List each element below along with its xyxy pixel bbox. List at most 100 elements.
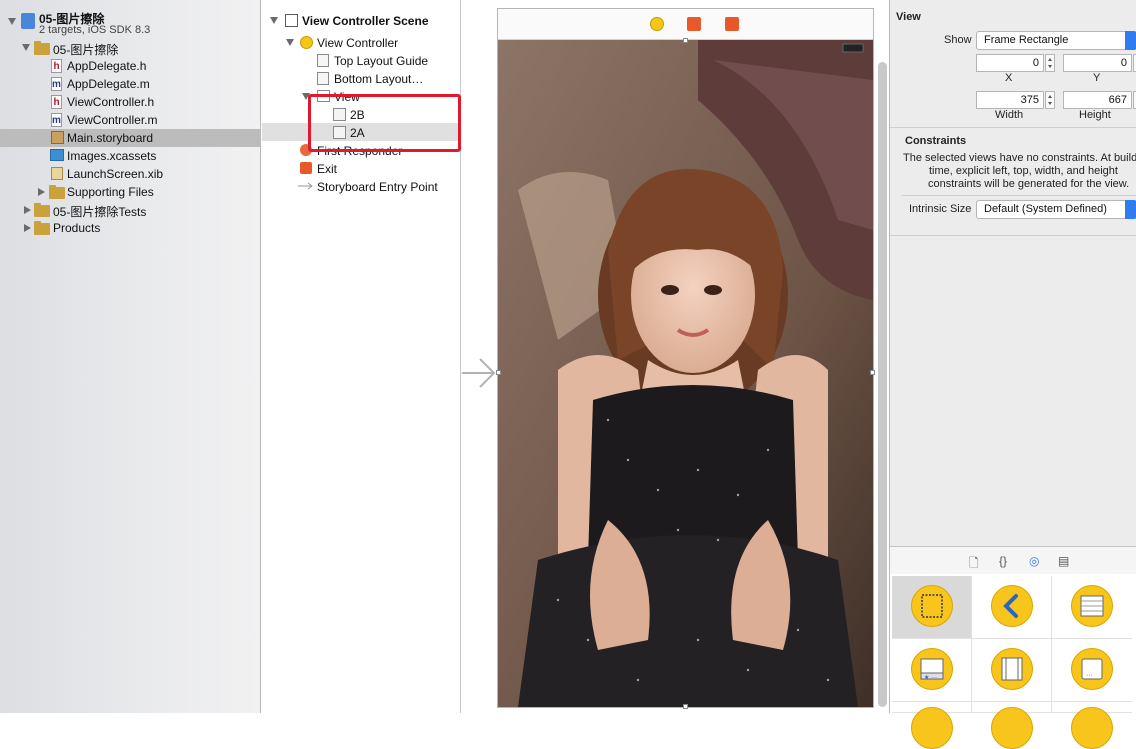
disclosure-closed-icon[interactable] xyxy=(24,206,31,214)
file-row[interactable]: LaunchScreen.xib xyxy=(0,165,260,183)
svg-text:★ ···: ★ ··· xyxy=(924,674,937,681)
library-item-partial[interactable] xyxy=(1052,702,1132,749)
file-label: LaunchScreen.xib xyxy=(67,167,164,181)
library-item-navigation-controller[interactable] xyxy=(972,576,1052,639)
y-field[interactable]: 0 xyxy=(1063,54,1132,72)
x-label: X xyxy=(1005,72,1013,84)
library-item-tab-bar-controller[interactable]: ★ ··· xyxy=(892,639,972,702)
library-item-view-controller[interactable] xyxy=(892,576,972,639)
file-label: AppDelegate.m xyxy=(67,77,150,91)
entry-point-label: Storyboard Entry Point xyxy=(317,180,438,194)
file-label: Images.xcassets xyxy=(67,149,157,163)
intrinsic-size-popup[interactable]: Default (System Defined) xyxy=(976,200,1136,219)
object-library-grid: ★ ··· ··· xyxy=(890,574,1136,749)
popup-arrow-icon xyxy=(1125,31,1136,50)
intrinsic-size-value: Default (System Defined) xyxy=(984,203,1107,215)
constraints-text-line: The selected views have no constraints. … xyxy=(903,152,1136,164)
group-label: 05-图片擦除Tests xyxy=(53,205,147,219)
scene-dock xyxy=(498,9,873,40)
library-object-icon xyxy=(911,707,953,749)
section-title: View xyxy=(896,11,921,23)
file-label: AppDelegate.h xyxy=(67,59,147,73)
group-row[interactable]: 05-图片擦除Tests xyxy=(0,201,260,219)
storyboard-file-icon xyxy=(51,131,64,144)
group-label: Products xyxy=(53,221,101,235)
disclosure-closed-icon[interactable] xyxy=(24,224,31,232)
library-item-page-view-controller[interactable] xyxy=(972,639,1052,702)
storyboard-entry-arrow[interactable] xyxy=(462,356,498,392)
height-field[interactable]: 667 xyxy=(1063,91,1132,109)
library-item-partial[interactable] xyxy=(892,702,972,749)
popup-arrow-icon xyxy=(1125,200,1136,219)
folder-icon xyxy=(34,221,50,235)
show-popup[interactable]: Frame Rectangle xyxy=(976,31,1136,50)
file-template-library-tab-icon[interactable]: 🗋 xyxy=(969,554,979,575)
outline-item-row[interactable]: Exit xyxy=(262,159,460,177)
outline-vc-row[interactable]: View Controller xyxy=(262,33,460,51)
project-subtitle: 2 targets, iOS SDK 8.3 xyxy=(39,24,151,36)
x-field[interactable]: 0 xyxy=(976,54,1044,72)
view-controller-icon[interactable] xyxy=(650,17,664,31)
outline-item-row[interactable]: Bottom Layout… xyxy=(262,69,460,87)
file-label: ViewController.m xyxy=(67,113,158,127)
resize-handle[interactable] xyxy=(496,370,501,375)
file-label: Main.storyboard xyxy=(67,131,154,145)
file-row[interactable]: m ViewController.m xyxy=(0,111,260,129)
divider xyxy=(890,235,1136,236)
view-controller-icon xyxy=(911,585,953,627)
divider xyxy=(890,127,1136,128)
table-view-controller-icon xyxy=(1071,585,1113,627)
constraints-title: Constraints xyxy=(905,135,967,147)
file-row[interactable]: h ViewController.h xyxy=(0,93,260,111)
disclosure-open-icon[interactable] xyxy=(22,44,30,51)
file-row[interactable]: m AppDelegate.m xyxy=(0,75,260,93)
library-item-table-view-controller[interactable] xyxy=(1052,576,1132,639)
file-row-selected[interactable]: Main.storyboard xyxy=(0,129,260,147)
svg-text:···: ··· xyxy=(1086,672,1093,679)
disclosure-open-icon[interactable] xyxy=(8,18,16,25)
image-view-photo[interactable] xyxy=(498,40,873,707)
outline-item-row[interactable]: Top Layout Guide xyxy=(262,51,460,69)
width-field[interactable]: 375 xyxy=(976,91,1044,109)
code-snippet-library-tab-icon[interactable]: {} xyxy=(999,554,1007,568)
disclosure-closed-icon[interactable] xyxy=(38,188,45,196)
first-responder-icon[interactable] xyxy=(687,17,701,31)
library-item-view-controller-alt[interactable]: ··· xyxy=(1052,639,1132,702)
group-row-main[interactable]: 05-图片擦除 xyxy=(0,39,260,57)
intrinsic-size-label: Intrinsic Size xyxy=(909,203,972,215)
outline-scene-row[interactable]: View Controller Scene xyxy=(262,11,460,29)
project-root-row[interactable]: 05-图片擦除 2 targets, iOS SDK 8.3 xyxy=(0,8,260,38)
outline-item-row[interactable]: Storyboard Entry Point xyxy=(262,177,460,195)
media-library-tab-icon[interactable]: ▤ xyxy=(1058,554,1069,568)
disclosure-open-icon[interactable] xyxy=(270,17,278,24)
entry-arrow-icon xyxy=(298,182,313,190)
disclosure-open-icon[interactable] xyxy=(286,39,294,46)
constraints-text-line: constraints will be generated for the vi… xyxy=(928,178,1130,190)
library-tab-bar: 🗋 {} ◎ ▤ xyxy=(890,546,1136,576)
canvas-scrollbar[interactable] xyxy=(878,62,887,707)
glkit-view-controller-icon: ··· xyxy=(1071,648,1113,690)
xcode-project-icon xyxy=(21,13,35,29)
object-library-tab-icon[interactable]: ◎ xyxy=(1029,554,1039,568)
resize-handle[interactable] xyxy=(683,704,688,709)
library-item-partial[interactable] xyxy=(972,702,1052,749)
implementation-file-icon: m xyxy=(51,77,62,91)
exit-icon[interactable] xyxy=(725,17,739,31)
width-stepper[interactable] xyxy=(1045,91,1055,109)
library-object-icon xyxy=(1071,707,1113,749)
header-file-icon: h xyxy=(51,95,62,109)
project-navigator: 05-图片擦除 2 targets, iOS SDK 8.3 05-图片擦除 h… xyxy=(0,0,261,713)
file-row[interactable]: Images.xcassets xyxy=(0,147,260,165)
show-label: Show xyxy=(944,34,972,46)
file-row[interactable]: h AppDelegate.h xyxy=(0,57,260,75)
scene-icon xyxy=(285,14,298,27)
page-view-controller-icon xyxy=(991,648,1033,690)
photo-illustration xyxy=(498,40,873,707)
resize-handle[interactable] xyxy=(870,370,875,375)
divider xyxy=(902,195,1136,196)
xib-file-icon xyxy=(51,167,63,180)
group-row[interactable]: Products xyxy=(0,219,260,237)
group-row[interactable]: Supporting Files xyxy=(0,183,260,201)
x-stepper[interactable] xyxy=(1045,54,1055,72)
resize-handle[interactable] xyxy=(683,38,688,43)
